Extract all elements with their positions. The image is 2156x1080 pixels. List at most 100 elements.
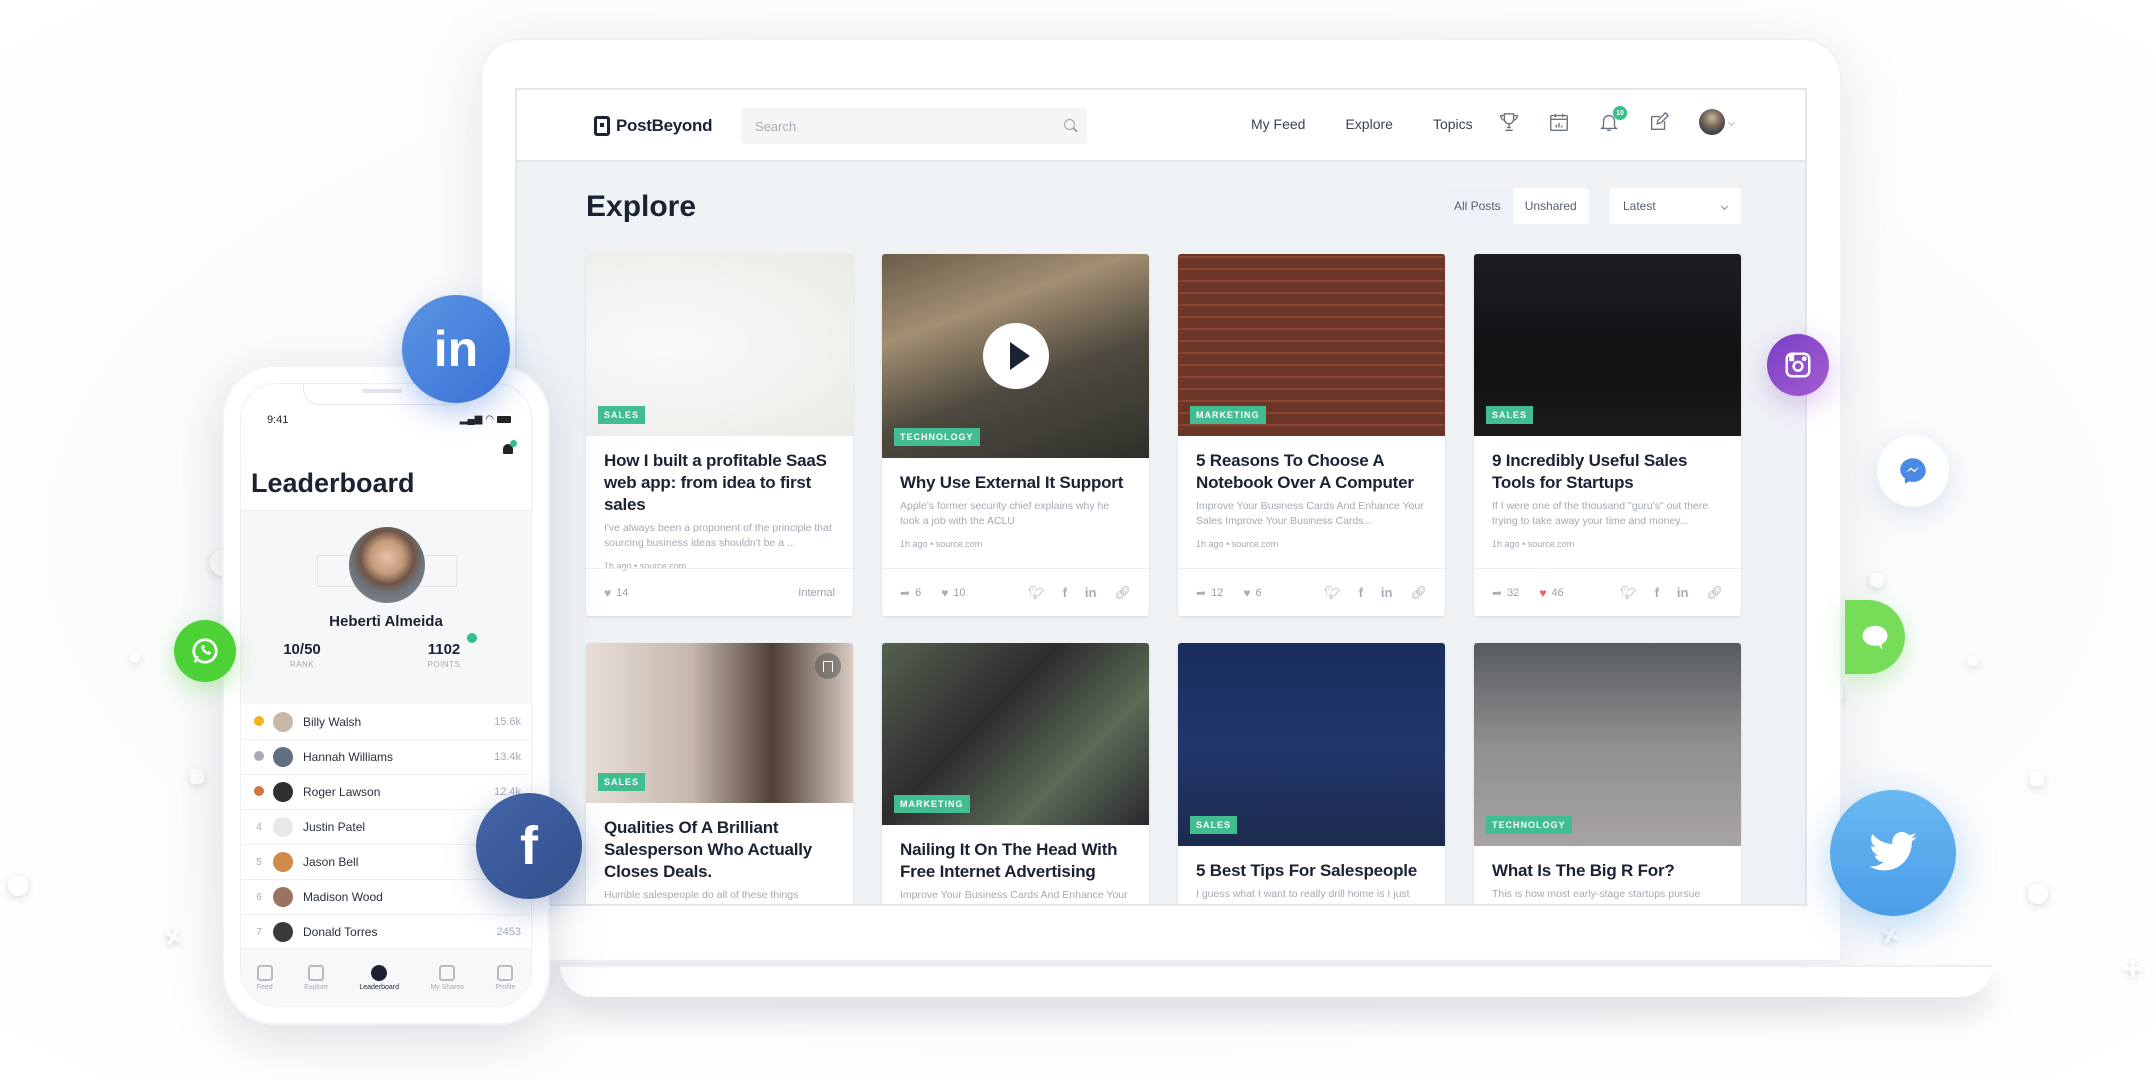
twitter-icon[interactable]: 🐦︎ [1028, 585, 1045, 601]
leaderboard-row[interactable]: 6 Madison Wood [241, 880, 531, 915]
post-description: I guess what I want to really drill home… [1196, 888, 1410, 904]
heart-icon[interactable]: ♥ [604, 586, 611, 600]
tab-my-shares[interactable]: My Shares [430, 964, 464, 991]
post-image[interactable]: SALES [586, 643, 853, 803]
post-description: Humble salespeople do all of these thing… [604, 889, 799, 901]
post-card[interactable]: SALES 9 Incredibly Useful Sales Tools for… [1474, 254, 1741, 616]
laptop-base [560, 965, 1992, 997]
post-card[interactable]: TECHNOLOGY What Is The Big R For? This is … [1474, 643, 1741, 904]
post-title[interactable]: Nailing It On The Head With Free Interne… [900, 839, 1131, 883]
post-image[interactable]: SALES [586, 254, 853, 436]
chevron-down-icon [1720, 202, 1729, 210]
heart-icon[interactable]: ♥ [1243, 586, 1250, 600]
bell-icon[interactable]: 10 [1597, 106, 1627, 134]
trophy-icon[interactable] [1497, 110, 1521, 134]
linkedin-icon[interactable]: in [1677, 585, 1689, 600]
like-count[interactable]: ♥ 6 [1243, 586, 1261, 600]
post-card[interactable]: MARKETING Nailing It On The Head With Fre… [882, 643, 1149, 904]
post-card[interactable]: SALES Qualities Of A Brilliant Salesperso… [586, 643, 853, 904]
brand-name: PostBeyond [616, 116, 713, 135]
bell-icon[interactable] [501, 440, 517, 458]
like-count[interactable]: ♥ 10 [941, 586, 965, 600]
linkedin-icon[interactable]: in [1085, 585, 1097, 600]
post-source[interactable]: source.com [1528, 539, 1575, 549]
post-image[interactable]: TECHNOLOGY [882, 254, 1149, 458]
post-title[interactable]: 5 Reasons To Choose A Notebook Over A Co… [1196, 450, 1427, 494]
share-count: ➦ 12 [1196, 586, 1223, 600]
info-badge-icon[interactable] [467, 633, 477, 643]
brand-logo[interactable]: PostBeyond [594, 116, 712, 136]
post-description: Apple's former security chief explains w… [900, 500, 1110, 527]
category-tag[interactable]: MARKETING [894, 795, 970, 813]
facebook-icon[interactable]: f [1655, 585, 1659, 600]
rank-number: 4 [256, 821, 262, 833]
like-count[interactable]: ♥ 46 [1539, 586, 1563, 600]
post-description: I've always been a proponent of the prin… [604, 522, 832, 549]
leaderboard-row[interactable]: Billy Walsh 15.6k [241, 705, 531, 740]
post-title[interactable]: Qualities Of A Brilliant Salesperson Who… [604, 817, 835, 883]
share-count-value: 32 [1507, 586, 1520, 599]
linkedin-icon[interactable]: in [1381, 585, 1393, 600]
search-icon[interactable] [1064, 119, 1075, 130]
avatar[interactable] [349, 527, 425, 603]
filter-all-posts[interactable]: All Posts [1442, 188, 1513, 224]
tab-profile[interactable]: Profile [495, 964, 515, 991]
post-filter-toggle: All Posts Unshared [1442, 188, 1589, 224]
post-card[interactable]: TECHNOLOGY Why Use External It Support App… [882, 254, 1149, 616]
post-card[interactable]: SALES 5 Best Tips For Salespeople I guess … [1178, 643, 1445, 904]
sort-dropdown[interactable]: Latest [1609, 188, 1741, 224]
post-title[interactable]: 9 Incredibly Useful Sales Tools for Star… [1492, 450, 1723, 494]
link-icon[interactable]: 🔗︎ [1114, 585, 1131, 601]
facebook-icon[interactable]: f [1359, 585, 1363, 600]
twitter-icon[interactable]: 🐦︎ [1620, 585, 1637, 601]
leader-name: Donald Torres [303, 925, 378, 939]
like-count[interactable]: ♥ 14 [604, 586, 628, 600]
category-tag[interactable]: TECHNOLOGY [1486, 816, 1572, 834]
leaderboard-row[interactable]: Hannah Williams 13.4k [241, 740, 531, 775]
post-card[interactable]: MARKETING 5 Reasons To Choose A Notebook … [1178, 254, 1445, 616]
share-targets: 🐦︎ f in 🔗︎ [1324, 585, 1427, 601]
tab-leaderboard[interactable]: Leaderboard [359, 964, 399, 991]
category-tag[interactable]: SALES [598, 406, 646, 424]
filter-unshared[interactable]: Unshared [1513, 188, 1589, 224]
search-input[interactable] [741, 108, 1087, 144]
account-menu[interactable] [1697, 109, 1735, 135]
post-source[interactable]: source.com [936, 539, 983, 549]
tab-explore[interactable]: Explore [304, 964, 328, 991]
leaderboard-row[interactable]: 7 Donald Torres 2453 [241, 915, 531, 950]
category-tag[interactable]: TECHNOLOGY [894, 428, 980, 446]
post-image[interactable]: MARKETING [1178, 254, 1445, 436]
post-title[interactable]: How I built a profitable SaaS web app: f… [604, 450, 835, 516]
post-title[interactable]: What Is The Big R For? [1492, 860, 1723, 882]
calendar-chart-icon[interactable] [1547, 110, 1571, 134]
facebook-icon[interactable]: f [1063, 585, 1067, 600]
post-image[interactable]: SALES [1474, 254, 1741, 436]
category-tag[interactable]: MARKETING [1190, 406, 1266, 424]
post-source[interactable]: source.com [1232, 539, 1279, 549]
post-image[interactable]: TECHNOLOGY [1474, 643, 1741, 846]
category-tag[interactable]: SALES [1190, 816, 1238, 834]
post-image[interactable]: MARKETING [882, 643, 1149, 825]
play-icon[interactable] [982, 323, 1049, 389]
heart-icon[interactable]: ♥ [1539, 586, 1546, 600]
post-image[interactable]: SALES [1178, 643, 1445, 846]
category-tag[interactable]: SALES [598, 773, 646, 791]
twitter-icon[interactable]: 🐦︎ [1324, 585, 1341, 601]
signal-icon: ▂▄▆ [459, 414, 483, 425]
post-card[interactable]: SALES How I built a profitable SaaS web a… [586, 254, 853, 616]
category-tag[interactable]: SALES [1486, 406, 1534, 424]
leaderboard-row[interactable]: Roger Lawson 12.4k [241, 775, 531, 810]
heart-icon[interactable]: ♥ [941, 586, 948, 600]
link-icon[interactable]: 🔗︎ [1706, 585, 1723, 601]
nav-my-feed[interactable]: My Feed [1251, 116, 1305, 132]
nav-topics[interactable]: Topics [1433, 116, 1473, 132]
post-title[interactable]: Why Use External It Support [900, 472, 1131, 494]
post-body: 9 Incredibly Useful Sales Tools for Star… [1474, 436, 1741, 549]
tab-feed[interactable]: Feed [256, 964, 273, 991]
leader-name: Roger Lawson [303, 785, 381, 799]
link-icon[interactable]: 🔗︎ [1410, 585, 1427, 601]
edit-icon[interactable] [1647, 110, 1671, 134]
post-title[interactable]: 5 Best Tips For Salespeople [1196, 860, 1427, 882]
bookmark-icon[interactable] [815, 653, 841, 679]
nav-explore[interactable]: Explore [1345, 116, 1392, 132]
